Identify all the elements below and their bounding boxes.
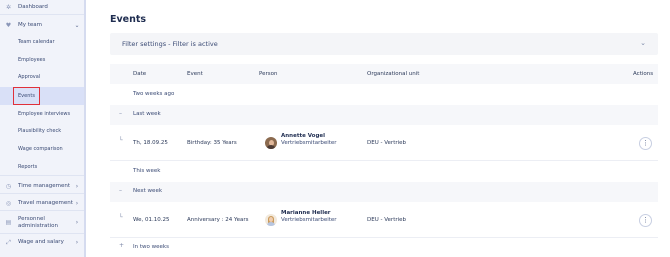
- nav-label: My team: [18, 22, 43, 28]
- nav-label: Team calendar: [18, 39, 55, 45]
- group-label: Two weeks ago: [133, 91, 175, 97]
- nav-label: Personnel administration: [18, 215, 58, 229]
- collapse-icon[interactable]: –: [119, 110, 122, 117]
- chevron-right-icon: ›: [75, 219, 79, 226]
- more-options-icon[interactable]: ⋮: [639, 214, 652, 227]
- group-row[interactable]: + In two weeks: [110, 238, 658, 257]
- avatar: [265, 137, 277, 149]
- chevron-right-icon: ›: [75, 238, 79, 246]
- org-unit: DEU - Vertrieb: [367, 217, 407, 223]
- nav-plausibility-check[interactable]: Plausibility check: [0, 126, 84, 136]
- team-icon: ♥: [5, 21, 12, 29]
- table-row[interactable]: └ We, 01.10.25 Anniversary : 24 Years Ma…: [110, 203, 658, 237]
- column-header-event[interactable]: Event: [187, 71, 203, 77]
- chevron-right-icon: ›: [75, 182, 79, 190]
- clock-icon: ◷: [5, 182, 12, 190]
- nav-approval[interactable]: Approval: [0, 72, 84, 82]
- nav-employee-interviews[interactable]: Employee interviews: [0, 109, 84, 119]
- nav-time-management[interactable]: ◷ Time management ›: [0, 180, 84, 192]
- nav-wage-comparison[interactable]: Wage comparison: [0, 144, 84, 154]
- more-options-icon[interactable]: ⋮: [639, 137, 652, 150]
- dashboard-icon: ✲: [5, 3, 12, 11]
- nav-label: Dashboard: [18, 4, 48, 10]
- tree-branch-icon: └: [119, 137, 123, 144]
- nav-label: Employee interviews: [18, 111, 71, 117]
- tree-branch-icon: └: [119, 214, 123, 221]
- divider: [0, 14, 84, 15]
- nav-wage-and-salary[interactable]: ⤢ Wage and salary ›: [0, 236, 84, 248]
- chevron-down-icon: ⌄: [640, 39, 646, 47]
- divider: [0, 233, 84, 234]
- nav-reports[interactable]: Reports: [0, 162, 84, 172]
- group-label: In two weeks: [133, 244, 169, 250]
- event-date: Th, 18.09.25: [133, 140, 168, 146]
- nav-label: Employees: [18, 57, 46, 63]
- group-label: Next week: [133, 188, 163, 194]
- person-role: Vertriebsmitarbeiter: [281, 217, 337, 223]
- nav-label: Reports: [18, 164, 38, 170]
- person-name[interactable]: Marianne Heller: [281, 210, 331, 216]
- nav-label: Wage comparison: [18, 146, 63, 152]
- nav-label: Travel management: [18, 200, 73, 206]
- column-header-person[interactable]: Person: [259, 71, 277, 77]
- main-content: Events Filter settings - Filter is activ…: [88, 0, 670, 257]
- group-label: Last week: [133, 111, 161, 117]
- avatar: [265, 214, 277, 226]
- person-name[interactable]: Annette Vogel: [281, 133, 325, 139]
- column-header-actions: Actions: [633, 71, 654, 77]
- divider: [0, 175, 84, 176]
- table-row[interactable]: └ Th, 18.09.25 Birthday: 35 Years Annett…: [110, 126, 658, 160]
- group-row: This week: [110, 161, 658, 182]
- event-type: Birthday: 35 Years: [187, 140, 237, 146]
- chevron-right-icon: ›: [75, 199, 79, 207]
- column-header-org-unit[interactable]: Organizational unit: [367, 71, 419, 77]
- nav-my-team[interactable]: ♥ My team ⌄: [0, 19, 84, 31]
- nav-label: Time management: [18, 183, 71, 189]
- nav-employees[interactable]: Employees: [0, 55, 84, 65]
- table-header: Date Event Person Organizational unit Ac…: [110, 64, 658, 84]
- nav-label: Plausibility check: [18, 128, 62, 134]
- group-row[interactable]: – Last week: [110, 105, 658, 125]
- wage-icon: ⤢: [6, 238, 11, 246]
- sidebar: ✲ Dashboard ♥ My team ⌄ Team calendar Em…: [0, 0, 86, 257]
- group-row[interactable]: – Next week: [110, 182, 658, 202]
- nav-dashboard[interactable]: ✲ Dashboard: [0, 1, 84, 13]
- nav-travel-management[interactable]: ◎ Travel management ›: [0, 197, 84, 209]
- group-label: This week: [133, 168, 161, 174]
- nav-label: Approval: [18, 74, 41, 80]
- collapse-icon[interactable]: –: [119, 187, 122, 194]
- page-title: Events: [110, 14, 147, 25]
- highlight-box: [13, 87, 40, 105]
- chevron-down-icon: ⌄: [74, 21, 80, 29]
- person-role: Vertriebsmitarbeiter: [281, 140, 337, 146]
- nav-label: Wage and salary: [18, 239, 64, 245]
- event-type: Anniversary : 24 Years: [187, 217, 249, 223]
- expand-icon[interactable]: +: [119, 242, 124, 249]
- group-row: Two weeks ago: [110, 85, 658, 105]
- org-unit: DEU - Vertrieb: [367, 140, 407, 146]
- filter-label: Filter settings - Filter is active: [122, 40, 218, 48]
- divider: [0, 193, 84, 194]
- event-date: We, 01.10.25: [133, 217, 170, 223]
- divider: [0, 210, 84, 211]
- nav-team-calendar[interactable]: Team calendar: [0, 37, 84, 47]
- travel-icon: ◎: [5, 199, 12, 207]
- nav-personnel-administration[interactable]: ▤ Personnel administration ›: [0, 213, 84, 232]
- filter-settings-panel[interactable]: Filter settings - Filter is active ⌄: [110, 33, 658, 55]
- personnel-icon: ▤: [5, 219, 12, 226]
- column-header-date[interactable]: Date: [133, 71, 146, 77]
